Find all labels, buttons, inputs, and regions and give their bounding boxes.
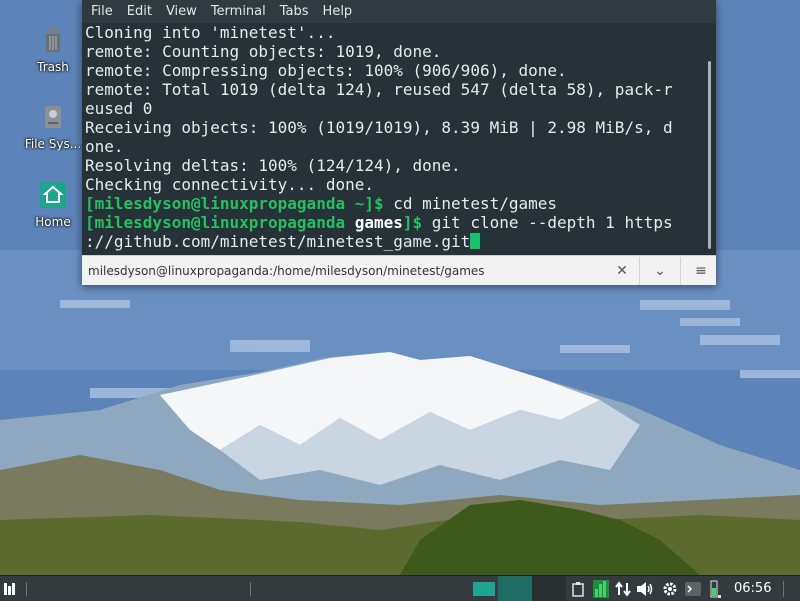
tab-title[interactable]: milesdyson@linuxpropaganda:/home/milesdy…	[82, 264, 610, 278]
battery-icon[interactable]	[704, 576, 726, 601]
prompt-line: [milesdyson@linuxpropaganda games]$ git …	[85, 213, 704, 232]
workspace-3[interactable]	[532, 576, 566, 601]
terminal-line: Resolving deltas: 100% (124/124), done.	[85, 156, 461, 175]
command-text: ://github.com/minetest/minetest_game.git	[85, 232, 471, 251]
terminal-scrollbar[interactable]	[704, 23, 716, 255]
drive-icon	[45, 106, 61, 128]
taskbar: 06:56	[0, 575, 800, 601]
prompt-dir: ~	[345, 194, 365, 213]
workspace-1[interactable]	[470, 576, 498, 601]
terminal-window[interactable]: File Edit View Terminal Tabs Help Clonin…	[82, 0, 716, 285]
menu-file[interactable]: File	[84, 0, 120, 23]
prompt-end: ]$	[364, 194, 384, 213]
command-wrap-line: ://github.com/minetest/minetest_game.git	[85, 232, 704, 251]
settings-icon[interactable]	[658, 576, 682, 601]
prompt-line: [milesdyson@linuxpropaganda ~]$ cd minet…	[85, 194, 704, 213]
volume-icon[interactable]	[634, 576, 658, 601]
text-cursor	[470, 233, 481, 249]
app-menu-button[interactable]	[0, 576, 22, 601]
terminal-output[interactable]: Cloning into 'minetest'... remote: Count…	[82, 23, 704, 255]
divider	[639, 256, 640, 285]
clock[interactable]: 06:56	[726, 581, 777, 596]
prompt-user-host: [milesdyson@linuxpropaganda	[85, 194, 346, 213]
menu-edit[interactable]: Edit	[120, 0, 159, 23]
divider	[680, 256, 681, 285]
prompt-dir: games	[345, 213, 403, 232]
terminal-icon[interactable]	[682, 576, 704, 601]
home-folder-icon	[40, 182, 66, 208]
terminal-line: remote: Total 1019 (delta 124), reused 5…	[85, 80, 673, 99]
terminal-tab-bar: milesdyson@linuxpropaganda:/home/milesdy…	[82, 255, 716, 285]
menu-tabs[interactable]: Tabs	[273, 0, 316, 23]
tab-list-chevron-icon[interactable]: ⌄	[645, 263, 675, 279]
terminal-line: Checking connectivity... done.	[85, 175, 374, 194]
separator-handle	[250, 576, 470, 601]
prompt-end: ]$	[402, 213, 423, 232]
trash-icon	[45, 27, 61, 52]
terminal-line: eused 0	[85, 99, 153, 118]
transfer-icon[interactable]	[612, 576, 634, 601]
terminal-menubar: File Edit View Terminal Tabs Help	[82, 0, 716, 23]
terminal-line: remote: Counting objects: 1019, done.	[85, 42, 442, 61]
tab-menu-icon[interactable]: ≡	[686, 263, 716, 279]
workspace-2[interactable]	[498, 576, 532, 601]
terminal-line: Receiving objects: 100% (1019/1019), 8.3…	[85, 118, 673, 137]
scrollbar-thumb[interactable]	[708, 61, 711, 249]
show-desktop-button[interactable]	[777, 576, 789, 601]
clipboard-icon[interactable]	[566, 576, 590, 601]
separator-handle	[22, 576, 30, 601]
terminal-line: Cloning into 'minetest'...	[85, 23, 336, 42]
menu-icon	[4, 582, 15, 595]
terminal-line: remote: Compressing objects: 100% (906/9…	[85, 61, 567, 80]
command-text: cd minetest/games	[383, 194, 558, 213]
terminal-line: one.	[85, 137, 124, 156]
command-text: git clone --depth 1 https	[422, 213, 673, 232]
menu-view[interactable]: View	[159, 0, 204, 23]
menu-terminal[interactable]: Terminal	[204, 0, 273, 23]
menu-help[interactable]: Help	[316, 0, 360, 23]
close-tab-icon[interactable]: ✕	[610, 263, 634, 279]
prompt-user-host: [milesdyson@linuxpropaganda	[85, 213, 346, 232]
network-monitor-icon[interactable]	[590, 576, 612, 601]
